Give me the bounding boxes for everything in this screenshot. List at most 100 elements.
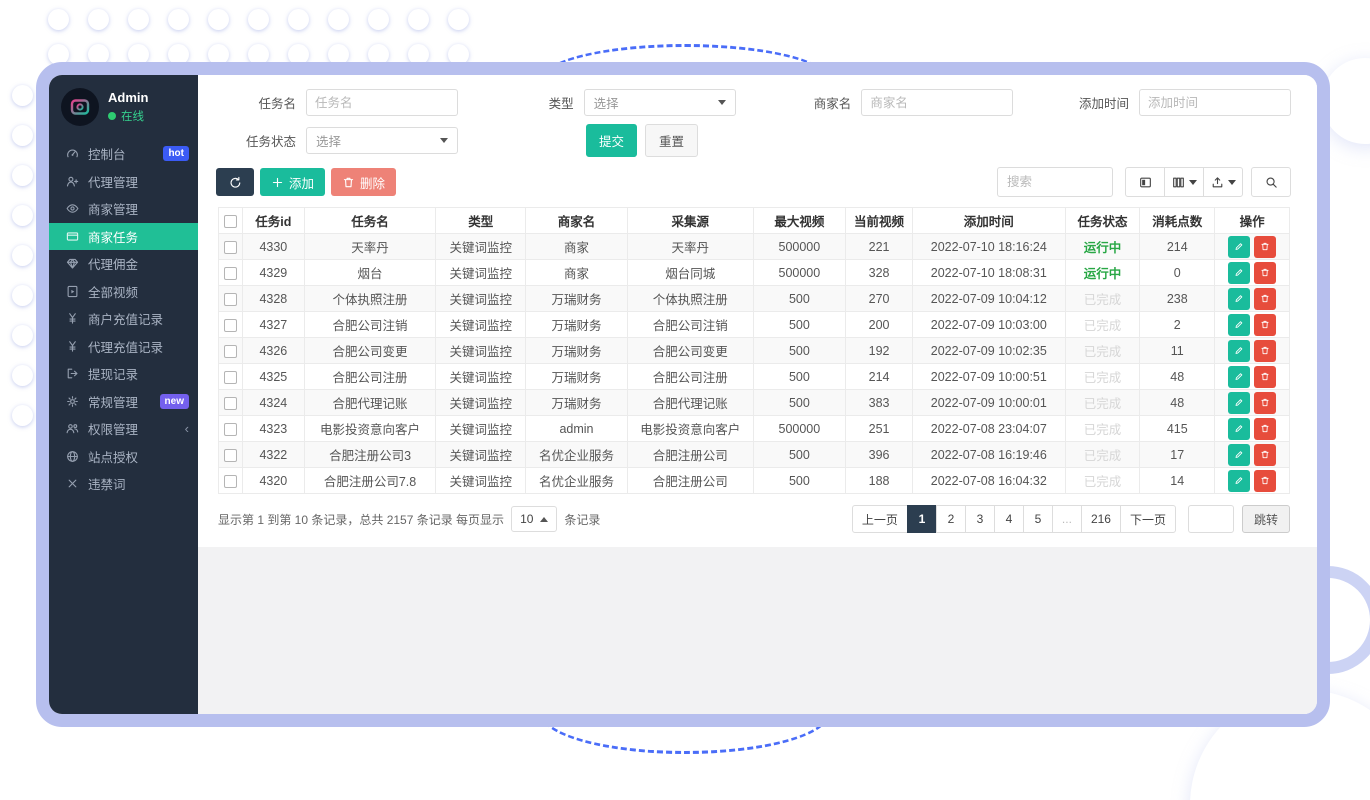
edit-button[interactable] (1228, 418, 1250, 440)
submit-button[interactable]: 提交 (586, 124, 637, 157)
task-name-cell: 合肥公司变更 (304, 338, 436, 364)
sidebar-item-agent-manage[interactable]: 代理管理 (49, 168, 198, 196)
task-name-input[interactable] (306, 89, 458, 116)
add-time-input[interactable] (1139, 89, 1291, 116)
row-delete-button[interactable] (1254, 392, 1276, 414)
row-checkbox[interactable] (224, 371, 237, 384)
row-checkbox[interactable] (224, 345, 237, 358)
status-badge: 已完成 (1084, 423, 1122, 437)
edit-button[interactable] (1228, 340, 1250, 362)
edit-button[interactable] (1228, 470, 1250, 492)
row-checkbox[interactable] (224, 475, 237, 488)
row-checkbox[interactable] (224, 293, 237, 306)
row-delete-button[interactable] (1254, 236, 1276, 258)
type-label: 类型 (494, 93, 574, 112)
actions-cell (1215, 234, 1290, 260)
task-status-select[interactable]: 选择 (306, 127, 458, 154)
search-input[interactable] (997, 167, 1113, 197)
row-delete-button[interactable] (1254, 418, 1276, 440)
sidebar-item-merchant-manage[interactable]: 商家管理 (49, 195, 198, 223)
row-delete-button[interactable] (1254, 366, 1276, 388)
type-cell: 关键词监控 (436, 416, 526, 442)
row-delete-button[interactable] (1254, 444, 1276, 466)
sidebar-item-merchant-task[interactable]: 商家任务 (49, 223, 198, 251)
row-delete-button[interactable] (1254, 340, 1276, 362)
decor-dot (368, 9, 389, 30)
decor-dot (408, 9, 429, 30)
task-id-cell: 4327 (242, 312, 304, 338)
page-prev-button[interactable]: 上一页 (852, 505, 908, 533)
row-checkbox[interactable] (224, 423, 237, 436)
sidebar-item-merchant-recharge[interactable]: 商户充值记录 (49, 305, 198, 333)
task-id-cell: 4322 (242, 442, 304, 468)
sidebar-item-general-manage[interactable]: 常规管理new (49, 388, 198, 416)
reset-button[interactable]: 重置 (645, 124, 698, 157)
points-cell: 48 (1140, 390, 1215, 416)
decor-dot (328, 9, 349, 30)
page-next-button[interactable]: 下一页 (1120, 505, 1176, 533)
toggle-view-button[interactable] (1125, 167, 1165, 197)
page-button-216[interactable]: 216 (1081, 505, 1121, 533)
sidebar-item-agent-commission[interactable]: 代理佣金 (49, 250, 198, 278)
sidebar-item-all-videos[interactable]: 全部视频 (49, 278, 198, 306)
decor-dot (12, 245, 33, 266)
table-footer: 显示第 1 到第 10 条记录，总共 2157 条记录 每页显示 10 条记录 … (218, 505, 1290, 533)
sidebar-item-withdraw-records[interactable]: 提现记录 (49, 360, 198, 388)
row-checkbox[interactable] (224, 241, 237, 254)
pencil-icon (1234, 293, 1244, 304)
row-checkbox[interactable] (224, 397, 237, 410)
row-delete-button[interactable] (1254, 288, 1276, 310)
row-checkbox[interactable] (224, 319, 237, 332)
edit-button[interactable] (1228, 392, 1250, 414)
type-select[interactable]: 选择 (584, 89, 736, 116)
decor-dot (128, 9, 149, 30)
jump-button[interactable]: 跳转 (1242, 505, 1290, 533)
row-checkbox-cell (219, 286, 243, 312)
sidebar-item-permission-manage[interactable]: 权限管理‹ (49, 415, 198, 443)
decor-dot (448, 9, 469, 30)
source-cell: 天率丹 (627, 234, 753, 260)
actions-cell (1215, 468, 1290, 494)
page-size-select[interactable]: 10 (511, 506, 557, 532)
page-button-1[interactable]: 1 (907, 505, 937, 533)
edit-button[interactable] (1228, 262, 1250, 284)
edit-button[interactable] (1228, 314, 1250, 336)
actions-cell (1215, 286, 1290, 312)
table-row: 4329烟台关键词监控商家烟台同城5000003282022-07-10 18:… (219, 260, 1290, 286)
logo-icon (69, 96, 91, 118)
edit-button[interactable] (1228, 366, 1250, 388)
sidebar-item-agent-recharge[interactable]: 代理充值记录 (49, 333, 198, 361)
max-video-cell: 500 (753, 286, 846, 312)
page-button-4[interactable]: 4 (994, 505, 1024, 533)
jump-page-input[interactable] (1188, 505, 1234, 533)
sidebar-item-console[interactable]: 控制台hot (49, 140, 198, 168)
row-delete-button[interactable] (1254, 314, 1276, 336)
current-video-cell: 188 (846, 468, 913, 494)
sidebar-item-site-auth[interactable]: 站点授权 (49, 443, 198, 471)
columns-button[interactable] (1164, 167, 1204, 197)
merchant-cell: 万瑞财务 (526, 390, 628, 416)
pencil-icon (1234, 319, 1244, 330)
edit-button[interactable] (1228, 236, 1250, 258)
search-button[interactable] (1251, 167, 1291, 197)
table-toolbar: 添加 删除 (216, 167, 1291, 197)
merchant-name-input[interactable] (861, 89, 1013, 116)
row-delete-button[interactable] (1254, 262, 1276, 284)
row-checkbox[interactable] (224, 449, 237, 462)
refresh-button[interactable] (216, 168, 254, 196)
decor-dot (12, 365, 33, 386)
avatar[interactable] (61, 88, 99, 126)
export-button[interactable] (1203, 167, 1243, 197)
delete-button[interactable]: 删除 (331, 168, 396, 196)
edit-button[interactable] (1228, 288, 1250, 310)
row-delete-button[interactable] (1254, 470, 1276, 492)
sidebar-item-banned-words[interactable]: 违禁词 (49, 470, 198, 498)
page-button-3[interactable]: 3 (965, 505, 995, 533)
page-button-5[interactable]: 5 (1023, 505, 1053, 533)
edit-button[interactable] (1228, 444, 1250, 466)
select-all-checkbox[interactable] (224, 215, 237, 228)
add-button[interactable]: 添加 (260, 168, 325, 196)
page-button-2[interactable]: 2 (936, 505, 966, 533)
row-checkbox[interactable] (224, 267, 237, 280)
new-badge: new (160, 394, 189, 409)
